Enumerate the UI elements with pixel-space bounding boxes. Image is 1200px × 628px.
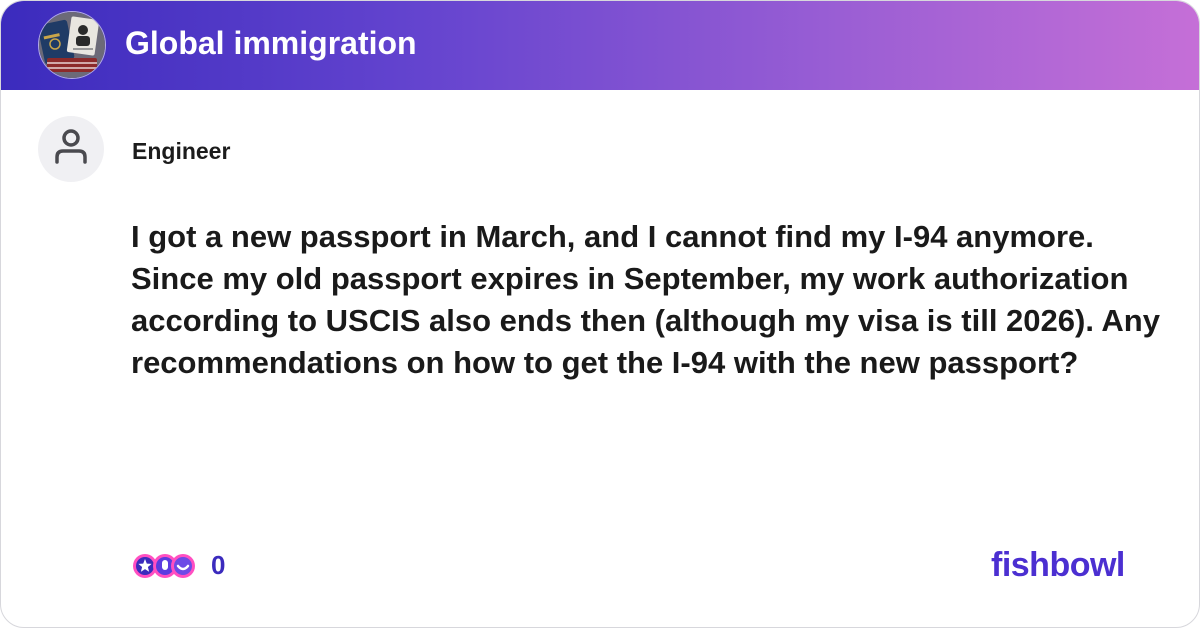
fishbowl-logo[interactable]: fishbowl — [991, 544, 1125, 586]
author-avatar[interactable] — [38, 116, 104, 182]
reaction-count: 0 — [211, 550, 226, 580]
passport-stack-image — [39, 12, 105, 78]
author-name[interactable]: Engineer — [132, 137, 230, 165]
bowl-title[interactable]: Global immigration — [125, 23, 417, 63]
reactions-button[interactable] — [131, 551, 201, 581]
bowl-header[interactable]: Global immigration — [1, 1, 1199, 90]
bowl-avatar[interactable] — [38, 11, 106, 79]
reaction-faces-icon — [133, 554, 195, 578]
post-body: I got a new passport in March, and I can… — [131, 219, 1160, 380]
post-card: Global immigration Engineer I got a new … — [0, 0, 1200, 628]
user-silhouette-icon — [55, 129, 87, 164]
